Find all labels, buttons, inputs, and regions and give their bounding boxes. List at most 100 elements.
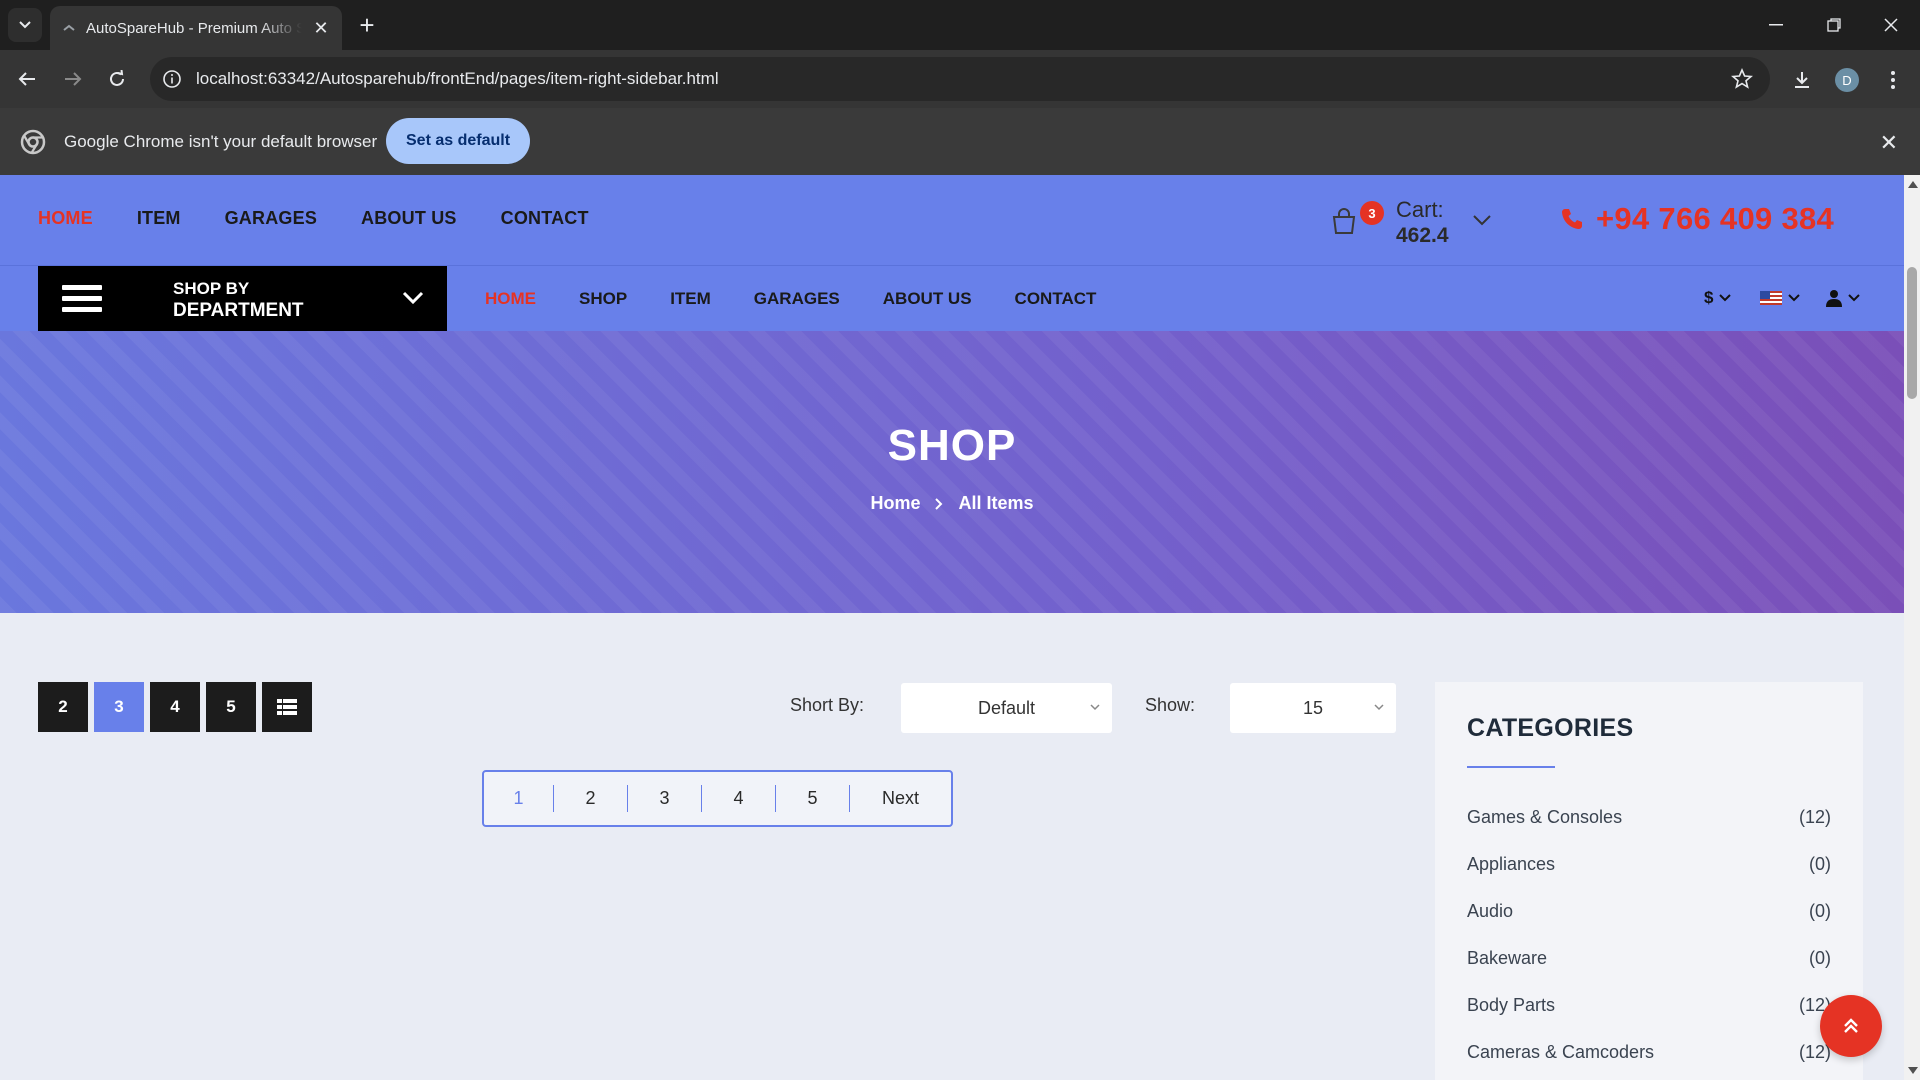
reload-button[interactable] bbox=[100, 62, 134, 96]
page-viewport: HOME ITEM GARAGES ABOUT US CONTACT 3 Car… bbox=[0, 175, 1904, 1080]
browser-tab[interactable]: AutoSpareHub - Premium Auto Spare Parts … bbox=[50, 6, 342, 50]
category-list: Games & Consoles (12) Appliances (0) Audio… bbox=[1467, 794, 1831, 1076]
category-item[interactable]: Audio (0) bbox=[1467, 888, 1831, 935]
scroll-to-top-button[interactable] bbox=[1820, 995, 1882, 1057]
chevron-down-icon bbox=[1090, 704, 1100, 711]
category-item[interactable]: Bakeware (0) bbox=[1467, 935, 1831, 982]
page-3-link[interactable]: 3 bbox=[628, 785, 702, 812]
restore-button[interactable] bbox=[1805, 0, 1863, 50]
show-selected-value: 15 bbox=[1302, 697, 1324, 718]
site-favicon-icon bbox=[62, 21, 76, 35]
tab-search-button[interactable] bbox=[8, 8, 42, 42]
grid-column-selector: 2 3 4 5 bbox=[38, 682, 312, 732]
hamburger-menu-icon bbox=[62, 285, 102, 313]
columns-3-button[interactable]: 3 bbox=[94, 682, 144, 732]
browser-toolbar: localhost:63342/Autosparehub/frontEnd/pa… bbox=[0, 50, 1920, 108]
cart-widget[interactable]: 3 Cart: 462.4 bbox=[1330, 193, 1491, 249]
sort-label: Short By: bbox=[790, 695, 865, 715]
page-scrollbar[interactable] bbox=[1904, 175, 1920, 1080]
minimize-button[interactable] bbox=[1747, 0, 1805, 50]
category-item[interactable]: Body Parts (12) bbox=[1467, 982, 1831, 1029]
columns-2-button[interactable]: 2 bbox=[38, 682, 88, 732]
category-name: Appliances bbox=[1467, 854, 1556, 874]
chevron-down-icon bbox=[402, 291, 424, 305]
list-view-icon bbox=[277, 699, 297, 715]
top-nav-home[interactable]: HOME bbox=[38, 208, 93, 229]
nav-item[interactable]: ITEM bbox=[670, 289, 711, 309]
top-nav-item[interactable]: ITEM bbox=[137, 208, 181, 229]
cart-label: Cart: bbox=[1396, 197, 1444, 222]
back-button[interactable] bbox=[10, 62, 44, 96]
cart-total: 462.4 bbox=[1396, 224, 1449, 247]
avatar: D bbox=[1835, 68, 1859, 92]
page-title: SHOP bbox=[887, 421, 1017, 470]
category-item[interactable]: Appliances (0) bbox=[1467, 841, 1831, 888]
shop-by-department-button[interactable]: SHOP BY DEPARTMENT bbox=[38, 266, 447, 332]
top-nav-about[interactable]: ABOUT US bbox=[361, 208, 457, 229]
top-nav-garages[interactable]: GARAGES bbox=[225, 208, 317, 229]
columns-5-button[interactable]: 5 bbox=[206, 682, 256, 732]
category-name: Audio bbox=[1467, 901, 1514, 921]
chevron-right-icon bbox=[935, 497, 943, 510]
nav-contact[interactable]: CONTACT bbox=[1015, 289, 1097, 309]
category-item[interactable]: Cameras & Camcoders (12) bbox=[1467, 1029, 1831, 1076]
nav-home[interactable]: HOME bbox=[485, 289, 536, 309]
show-count-select[interactable]: 15 bbox=[1230, 683, 1396, 733]
breadcrumb: Home All Items bbox=[0, 493, 1904, 514]
download-icon bbox=[1795, 72, 1809, 88]
chevron-down-icon bbox=[1788, 294, 1800, 302]
scroll-up-arrow-icon[interactable] bbox=[1908, 181, 1918, 188]
categories-title: CATEGORIES bbox=[1467, 714, 1634, 742]
category-count: (0) bbox=[1809, 901, 1831, 921]
scrollbar-thumb[interactable] bbox=[1907, 267, 1917, 399]
sort-select[interactable]: Default bbox=[901, 683, 1112, 733]
forward-button[interactable] bbox=[56, 62, 90, 96]
nav-garages[interactable]: GARAGES bbox=[754, 289, 840, 309]
category-count: (12) bbox=[1798, 807, 1831, 827]
language-selector[interactable] bbox=[1760, 286, 1800, 310]
category-item[interactable]: Games & Consoles (12) bbox=[1467, 794, 1831, 841]
browser-tab-bar: AutoSpareHub - Premium Auto Spare Parts … bbox=[0, 0, 1920, 50]
columns-4-button[interactable]: 4 bbox=[150, 682, 200, 732]
tab-close-icon[interactable]: ✕ bbox=[312, 18, 330, 39]
currency-symbol: $ bbox=[1704, 288, 1714, 307]
breadcrumb-home[interactable]: Home bbox=[870, 493, 920, 514]
department-label-line2: DEPARTMENT bbox=[173, 300, 304, 321]
user-icon bbox=[1826, 290, 1842, 307]
sort-selected-value: Default bbox=[977, 697, 1036, 718]
set-default-button[interactable]: Set as default bbox=[386, 118, 531, 164]
bookmark-star-icon[interactable] bbox=[1730, 67, 1754, 91]
page-5-link[interactable]: 5 bbox=[776, 785, 850, 812]
main-navigation: HOME SHOP ITEM GARAGES ABOUT US CONTACT bbox=[485, 289, 1139, 309]
double-chevron-up-icon bbox=[1844, 1018, 1858, 1033]
list-view-button[interactable] bbox=[262, 682, 312, 732]
category-count: (0) bbox=[1809, 948, 1831, 968]
department-label: SHOP BY DEPARTMENT bbox=[173, 278, 304, 322]
phone-contact[interactable]: +94 766 409 384 bbox=[1560, 201, 1834, 237]
url-text: localhost:63342/Autosparehub/frontEnd/pa… bbox=[196, 69, 719, 88]
downloads-button[interactable] bbox=[1787, 65, 1817, 95]
page-1-link[interactable]: 1 bbox=[484, 785, 554, 812]
infobar-close-icon[interactable]: ✕ bbox=[1880, 130, 1898, 156]
category-name: Body Parts bbox=[1467, 995, 1556, 1015]
account-menu[interactable] bbox=[1826, 286, 1860, 310]
chevron-down-icon bbox=[1374, 704, 1384, 711]
phone-number: +94 766 409 384 bbox=[1596, 201, 1835, 236]
page-4-link[interactable]: 4 bbox=[702, 785, 776, 812]
next-page-link[interactable]: Next bbox=[850, 785, 951, 812]
top-nav-contact[interactable]: CONTACT bbox=[501, 208, 589, 229]
site-info-icon[interactable] bbox=[162, 69, 182, 89]
currency-selector[interactable]: $ bbox=[1704, 286, 1732, 310]
browser-menu-button[interactable] bbox=[1878, 65, 1908, 95]
shopping-bag-icon bbox=[1332, 208, 1356, 234]
new-tab-button[interactable]: + bbox=[352, 10, 382, 40]
nav-about[interactable]: ABOUT US bbox=[883, 289, 972, 309]
address-bar[interactable]: localhost:63342/Autosparehub/frontEnd/pa… bbox=[150, 57, 1770, 101]
nav-shop[interactable]: SHOP bbox=[579, 289, 627, 309]
us-flag-icon bbox=[1760, 291, 1782, 305]
chevron-down-icon bbox=[19, 21, 31, 29]
scroll-down-arrow-icon[interactable] bbox=[1908, 1067, 1918, 1074]
close-window-button[interactable] bbox=[1862, 0, 1920, 50]
profile-button[interactable]: D bbox=[1832, 65, 1862, 95]
page-2-link[interactable]: 2 bbox=[554, 785, 628, 812]
